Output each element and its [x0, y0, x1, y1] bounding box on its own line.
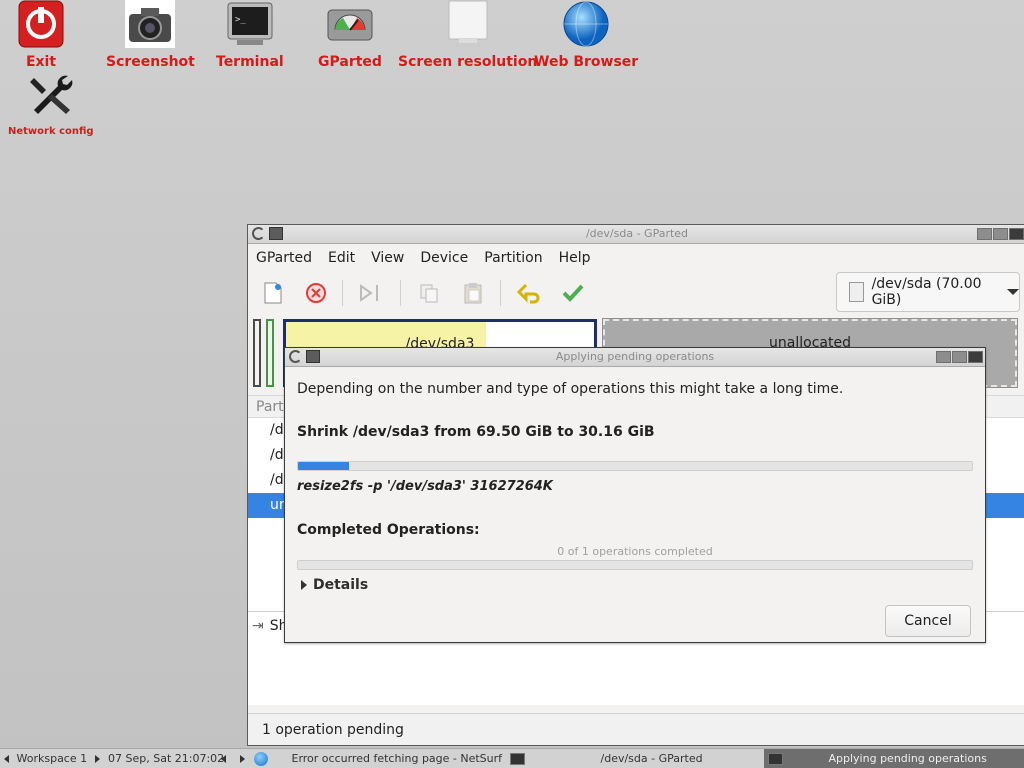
delete-icon [306, 283, 326, 303]
desktop-icon-exit[interactable]: Exit [16, 0, 66, 70]
undo-icon [516, 283, 540, 304]
clock: 07 Sep, Sat 21:07:02 [108, 752, 225, 765]
resize-move-button[interactable] [358, 280, 384, 306]
task-label: Error occurred fetching page - NetSurf [291, 752, 503, 765]
arrow-left-icon[interactable] [221, 755, 226, 763]
current-operation-progress [297, 461, 973, 471]
paste-button[interactable] [460, 280, 486, 306]
partition-map-segment[interactable] [253, 319, 261, 387]
gparted-titlebar[interactable]: /dev/sda - GParted [248, 225, 1024, 244]
current-command-text: resize2fs -p '/dev/sda3' 31627264K [297, 479, 553, 494]
delete-partition-button[interactable] [303, 280, 329, 306]
menu-edit[interactable]: Edit [328, 250, 355, 266]
partition-map-segment[interactable] [266, 319, 274, 387]
camera-icon [125, 0, 176, 50]
dialog-intro-text: Depending on the number and type of oper… [297, 381, 844, 397]
harddisk-icon [849, 282, 864, 302]
desktop-icon-label: Screen resolution [398, 54, 538, 70]
device-selector-label: /dev/sda (70.00 GiB) [871, 276, 982, 308]
desktop-icon-label: Terminal [216, 54, 284, 70]
menu-help[interactable]: Help [559, 250, 591, 266]
device-selector[interactable]: /dev/sda (70.00 GiB) [836, 272, 1020, 312]
terminal-icon: >_ [225, 0, 275, 50]
dialog-titlebar[interactable]: Applying pending operations [285, 348, 985, 367]
close-button[interactable] [1009, 228, 1024, 240]
copy-button[interactable] [416, 280, 442, 306]
taskbar: Workspace 1 07 Sep, Sat 21:07:02 Error o… [0, 748, 1024, 768]
apply-button[interactable] [560, 280, 586, 306]
resize-icon: ⇥ [252, 618, 264, 634]
globe-icon [561, 0, 611, 50]
desktop-icon-label: Network config [8, 126, 94, 137]
new-partition-button[interactable] [260, 280, 286, 306]
desktop-icon-label: GParted [318, 54, 382, 70]
desktop-icon-label: Exit [25, 54, 57, 70]
task-label: /dev/sda - GParted [600, 752, 703, 765]
gparted-app-icon [269, 227, 283, 240]
svg-text:>_: >_ [235, 15, 246, 25]
desktop-icon-gparted[interactable]: GParted [318, 0, 382, 70]
progress-fill [298, 462, 349, 470]
monitor-icon [443, 0, 493, 50]
minimize-button[interactable] [977, 228, 992, 240]
desktop-icon-label: Web Browser [534, 54, 639, 70]
gparted-app-icon [306, 350, 320, 363]
status-bar: 1 operation pending [248, 713, 1024, 745]
apply-dialog: Applying pending operations Depending on… [284, 347, 986, 643]
paste-icon [464, 283, 482, 304]
task-label: Applying pending operations [828, 752, 987, 765]
window-menu-icon[interactable] [289, 350, 302, 363]
gparted-app-icon [768, 753, 783, 765]
minimize-button[interactable] [936, 351, 951, 363]
details-label: Details [313, 577, 369, 593]
pending-operation-item[interactable]: ⇥ Sh [252, 618, 288, 634]
wrench-icon [26, 72, 76, 122]
menu-gparted[interactable]: GParted [256, 250, 312, 266]
toolbar: /dev/sda (70.00 GiB) [248, 272, 1024, 314]
disk-gauge-icon [325, 0, 375, 50]
close-button[interactable] [968, 351, 983, 363]
undo-button[interactable] [516, 280, 542, 306]
menubar: GParted Edit View Device Partition Help [248, 244, 1024, 272]
arrow-left-icon[interactable] [4, 755, 9, 763]
task-nav[interactable] [221, 749, 245, 768]
maximize-button[interactable] [993, 228, 1008, 240]
menu-view[interactable]: View [371, 250, 404, 266]
desktop-icon-screen-resolution[interactable]: Screen resolution [398, 0, 537, 70]
power-icon [16, 0, 66, 50]
arrow-right-icon[interactable] [239, 755, 245, 763]
task-gparted[interactable]: /dev/sda - GParted [510, 749, 760, 768]
workspace-switcher[interactable]: Workspace 1 [4, 749, 100, 768]
task-applying-operations[interactable]: Applying pending operations [764, 749, 1024, 768]
arrow-right-icon[interactable] [94, 755, 100, 763]
current-operation-text: Shrink /dev/sda3 from 69.50 GiB to 30.16… [297, 424, 655, 440]
workspace-label: Workspace 1 [16, 752, 88, 765]
maximize-button[interactable] [952, 351, 967, 363]
resize-icon [360, 284, 378, 302]
new-document-icon [264, 282, 282, 304]
task-netsurf[interactable]: Error occurred fetching page - NetSurf [254, 749, 502, 768]
menu-partition[interactable]: Partition [484, 250, 542, 266]
copy-icon [420, 284, 438, 303]
desktop-icon-terminal[interactable]: >_ Terminal [216, 0, 284, 70]
desktop-icon-label: Screenshot [106, 54, 195, 70]
completed-operations-count: 0 of 1 operations completed [557, 545, 713, 558]
details-expander[interactable]: Details [301, 577, 368, 593]
cancel-button[interactable]: Cancel [885, 605, 971, 637]
expander-triangle-icon [301, 580, 307, 590]
completed-operations-heading: Completed Operations: [297, 522, 480, 538]
desktop-icon-network-config[interactable]: Network config [8, 72, 94, 137]
completed-operations-progress [297, 560, 973, 570]
window-menu-icon[interactable] [252, 227, 265, 240]
window-title: /dev/sda - GParted [585, 227, 689, 240]
dialog-title: Applying pending operations [555, 350, 715, 363]
desktop-icon-web-browser[interactable]: Web Browser [534, 0, 638, 70]
chevron-down-icon [1007, 289, 1019, 295]
gparted-app-icon [510, 753, 525, 765]
check-icon [562, 284, 584, 302]
menu-device[interactable]: Device [420, 250, 468, 266]
desktop-icon-screenshot[interactable]: Screenshot [106, 0, 195, 70]
globe-icon [254, 752, 268, 766]
